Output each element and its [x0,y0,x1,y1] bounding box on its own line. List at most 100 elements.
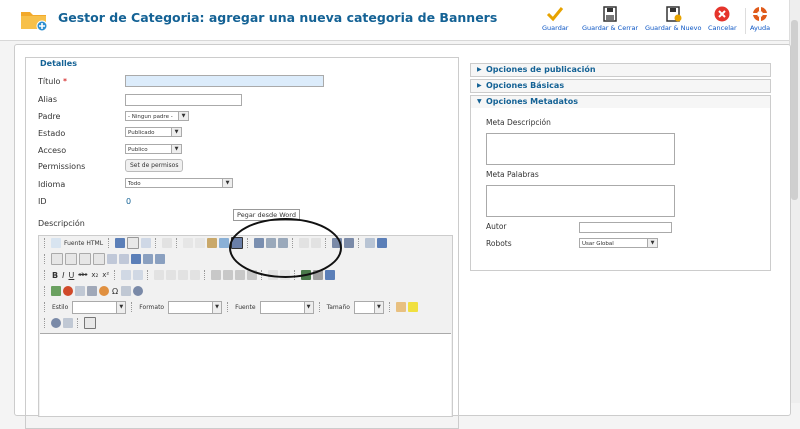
image-button-icon[interactable] [143,254,153,264]
format-dropdown[interactable]: ▼ [168,300,223,314]
bulleted-list-icon[interactable] [133,270,144,280]
triangle-right-icon: ▶ [477,82,482,89]
blockquote-icon[interactable] [178,270,189,280]
save-button-label: Guardar [542,24,569,32]
save-close-button[interactable]: Guardar & Cerrar [582,6,638,32]
title-label: Título * [38,77,67,86]
textarea-icon[interactable] [107,254,117,264]
bg-color-icon[interactable] [407,302,418,312]
text-color-icon[interactable] [395,302,406,312]
iframe-icon[interactable] [133,286,144,296]
strikethrough-button[interactable]: abc [78,272,87,278]
meta-description-textarea[interactable] [486,133,675,165]
author-label: Autor [486,222,507,231]
maximize-icon[interactable] [51,318,61,328]
parent-select[interactable]: - Ningun padre - ▼ [125,111,189,121]
paste-text-icon[interactable] [219,238,230,248]
copy-icon[interactable] [195,238,206,248]
save-button[interactable]: Guardar [542,6,568,32]
save-close-icon [603,6,617,22]
state-label: Estado [38,129,66,138]
scrollbar-thumb[interactable] [791,20,798,200]
access-select[interactable]: Publico ▼ [125,144,182,154]
panel-header-publication[interactable]: ▶ Opciones de publicación [471,64,770,76]
set-permissions-button[interactable]: Set de permisos [125,159,184,172]
checkbox-icon[interactable] [65,253,77,265]
parent-select-value: - Ningun padre - [128,114,173,120]
size-dropdown[interactable]: ▼ [353,300,384,314]
language-select[interactable]: Todo ▼ [125,178,233,188]
bold-button[interactable]: B [52,271,58,280]
indent-icon[interactable] [166,270,177,280]
select-all-icon[interactable] [365,238,376,248]
preview-icon[interactable] [141,238,152,248]
cancel-button-label: Cancelar [708,24,737,32]
textfield-icon[interactable] [93,253,105,265]
state-select[interactable]: Publicado ▼ [125,127,182,137]
alias-input[interactable] [125,94,242,106]
outdent-icon[interactable] [154,270,165,280]
underline-button[interactable]: U [68,271,74,280]
panel-title-publication: Opciones de publicación [486,65,596,74]
about-icon[interactable] [84,317,96,329]
horizontal-rule-icon[interactable] [87,286,97,296]
align-center-icon[interactable] [223,270,234,280]
chevron-down-icon: ▼ [178,112,188,120]
state-select-value: Publicado [128,130,155,136]
toolbar-header: Gestor de Categoria: agregar una nueva c… [0,0,800,41]
page-title: Gestor de Categoria: agregar una nueva c… [58,10,498,25]
paste-icon[interactable] [207,238,218,248]
smiley-icon[interactable] [99,286,109,296]
show-blocks-icon[interactable] [63,318,73,328]
select-field-icon[interactable] [119,254,129,264]
font-dropdown[interactable]: ▼ [259,300,314,314]
templates-icon[interactable] [162,238,173,248]
new-page-icon[interactable] [127,237,140,249]
special-char-button[interactable]: Ω [112,287,118,296]
panel-publication-options[interactable]: ▶ Opciones de publicación [470,63,771,77]
description-label: Descripción [38,219,85,228]
robots-select[interactable]: Usar Global ▼ [579,238,658,248]
button-field-icon[interactable] [131,254,141,264]
remove-format-icon[interactable] [377,238,388,248]
subscript-button[interactable]: x₂ [91,271,98,279]
page-break-icon[interactable] [121,286,132,296]
save-new-icon [666,6,682,22]
form-icon[interactable] [51,253,63,265]
save-doc-icon[interactable] [115,238,126,248]
image-icon[interactable] [51,286,61,296]
help-button[interactable]: Ayuda [750,6,770,32]
align-right-icon[interactable] [235,270,246,280]
source-html-button[interactable]: Fuente HTML [64,240,103,247]
hidden-field-icon[interactable] [155,254,165,264]
language-label: Idioma [38,180,66,189]
cut-icon[interactable] [183,238,194,248]
numbered-list-icon[interactable] [121,270,132,280]
editor-toolbar-row-6 [41,317,97,329]
triangle-right-icon: ▶ [477,66,482,73]
cancel-icon [714,6,730,22]
italic-button[interactable]: I [62,271,64,280]
panel-basic-options[interactable]: ▶ Opciones Básicas [470,79,771,93]
panel-metadata-options: ▼ Opciones Metadatos Meta Descripción Met… [470,95,771,271]
cancel-button[interactable]: Cancelar [708,6,737,32]
div-container-icon[interactable] [190,270,201,280]
superscript-button[interactable]: x² [102,271,109,279]
replace-icon[interactable] [344,238,355,248]
save-new-button[interactable]: Guardar & Nuevo [645,6,702,32]
align-left-icon[interactable] [211,270,222,280]
meta-keywords-textarea[interactable] [486,185,675,217]
style-dropdown[interactable]: ▼ [72,300,127,314]
table-icon[interactable] [75,286,85,296]
editor-content-area[interactable] [40,333,451,416]
source-html-icon[interactable] [51,238,61,248]
author-input[interactable] [579,222,672,233]
radio-icon[interactable] [79,253,91,265]
panel-header-metadata[interactable]: ▼ Opciones Metadatos [471,96,770,108]
title-input[interactable] [125,75,324,87]
flash-icon[interactable] [63,286,73,296]
panel-header-basic[interactable]: ▶ Opciones Básicas [471,80,770,92]
anchor-flag-icon[interactable] [325,270,336,280]
chevron-down-icon: ▼ [171,145,181,153]
editor-toolbar-row-4: Ω [41,285,144,297]
